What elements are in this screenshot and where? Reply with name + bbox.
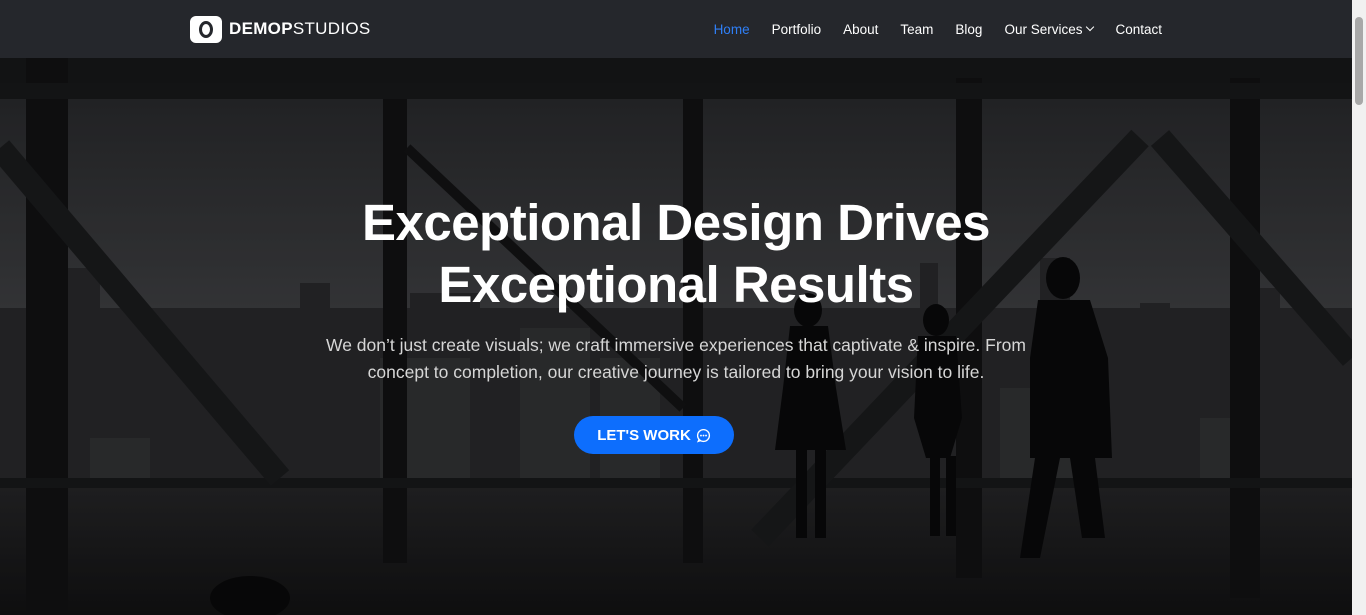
hero-subtitle: We don’t just create visuals; we craft i… — [300, 332, 1052, 386]
lets-work-label: LET'S WORK — [597, 426, 691, 444]
nav-about[interactable]: About — [843, 22, 878, 37]
page-scrollbar[interactable] — [1352, 0, 1366, 615]
hero-title-line-2: Exceptional Results — [438, 256, 914, 313]
chevron-down-icon — [1086, 22, 1095, 32]
nav-our-services[interactable]: Our Services — [1004, 21, 1095, 37]
hero-subtitle-line-2: concept to completion, our creative jour… — [367, 362, 985, 382]
nav-team[interactable]: Team — [900, 22, 933, 37]
chat-bubble-icon — [696, 428, 710, 443]
nav-contact[interactable]: Contact — [1115, 22, 1162, 37]
brand-name-bold: DEMOP — [229, 19, 293, 38]
nav-portfolio[interactable]: Portfolio — [772, 22, 822, 37]
site-header: DEMOPSTUDIOS Home Portfolio About Team B… — [0, 0, 1352, 58]
nav-blog[interactable]: Blog — [955, 22, 982, 37]
brand-name-light: STUDIOS — [292, 19, 371, 38]
hero-content: Exceptional Design Drives Exceptional Re… — [0, 58, 1352, 615]
hero-subtitle-line-1: We don’t just create visuals; we craft i… — [326, 335, 1026, 355]
hero-title: Exceptional Design Drives Exceptional Re… — [0, 192, 1352, 316]
brand-logo[interactable]: DEMOPSTUDIOS — [190, 15, 371, 43]
logo-icon — [190, 15, 222, 43]
hero-section: Exceptional Design Drives Exceptional Re… — [0, 58, 1352, 615]
brand-name: DEMOPSTUDIOS — [229, 19, 371, 39]
nav-home[interactable]: Home — [714, 22, 750, 37]
scrollbar-thumb[interactable] — [1355, 17, 1363, 105]
hero-title-line-1: Exceptional Design Drives — [361, 194, 991, 251]
main-nav: Home Portfolio About Team Blog Our Servi… — [692, 0, 1162, 58]
nav-our-services-label: Our Services — [1004, 21, 1083, 37]
lets-work-button[interactable]: LET'S WORK — [574, 416, 734, 454]
